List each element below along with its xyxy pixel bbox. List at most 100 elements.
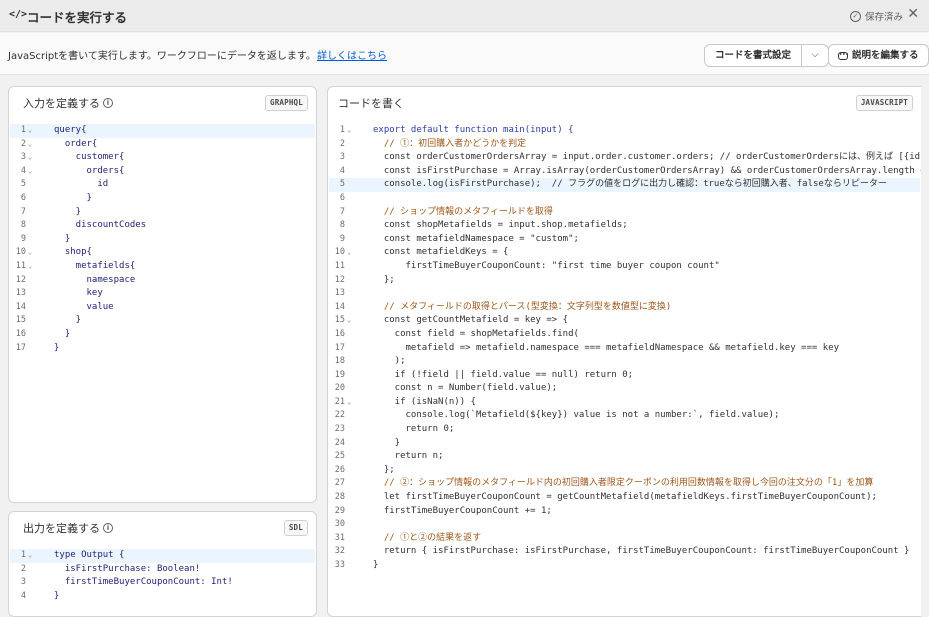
code-text: const orderCustomerOrdersArray = input.o… [373, 152, 921, 163]
code-line: 13 [329, 287, 920, 301]
code-text: // ②：ショップ情報のメタフィールド内の初回購入者限定クーポンの利用回数情報を… [373, 478, 874, 489]
code-text: return n; [373, 451, 444, 462]
sdl-editor[interactable]: 1 ⌄ type Output {2 isFirstPurchase: Boolea… [10, 549, 315, 603]
code-line: 6 } [10, 192, 315, 206]
line-number: 2 [20, 138, 26, 149]
info-icon[interactable]: i [103, 523, 113, 533]
fold-chevron-icon[interactable]: ⌄ [28, 260, 32, 274]
info-icon[interactable]: i [103, 98, 113, 108]
line-number: 11 [334, 260, 345, 271]
line-number: 8 [339, 220, 345, 231]
code-line: 2 isFirstPurchase: Boolean! [10, 563, 315, 577]
code-line: 10 ⌄ shop{ [10, 246, 315, 260]
code-line: 16 const field = shopMetafields.find( [329, 328, 920, 342]
line-number: 15 [15, 315, 26, 326]
code-text: // ①と②の結果を返す [373, 532, 482, 543]
code-text: id [54, 179, 109, 190]
line-number: 12 [15, 274, 26, 285]
code-text: if (isNaN(n)) { [373, 396, 476, 407]
code-line: 15 } [10, 314, 315, 328]
code-line: 24 } [329, 437, 920, 451]
save-status: ✓ 保存済み [849, 9, 903, 23]
line-number: 17 [334, 342, 345, 353]
description-text: JavaScriptを書いて実行します。ワークフローにデータを返します。 [8, 51, 316, 62]
fold-chevron-icon[interactable]: ⌄ [28, 246, 32, 260]
line-number: 17 [15, 342, 26, 353]
code-text: } [373, 560, 379, 570]
code-text: namespace [54, 274, 136, 285]
code-text: // メタフィールドの取得とパース(型変換：文字列型を数値型に変換) [373, 301, 672, 312]
code-line: 29 firstTimeBuyerCouponCount += 1; [329, 505, 920, 519]
code-text: const field = shopMetafields.find( [373, 328, 579, 339]
code-line: 31 // ①と②の結果を返す [329, 532, 920, 546]
code-line: 12 namespace [10, 274, 315, 288]
code-text: firstTimeBuyerCouponCount: "first time b… [373, 260, 720, 271]
line-number: 1 [20, 550, 26, 560]
code-text: let firstTimeBuyerCouponCount = getCount… [373, 492, 877, 503]
input-panel-title: 入力を定義する [23, 97, 100, 110]
line-number: 3 [339, 152, 345, 163]
code-text: if (!field || field.value == null) retur… [373, 369, 634, 380]
graphql-editor[interactable]: 1 ⌄ query{2 ⌄ order{3 ⌄ customer{4 ⌄ orders{5… [10, 124, 315, 355]
code-text: metafield => metafield.namespace === met… [373, 342, 840, 353]
code-line: 5 id [10, 178, 315, 192]
fold-chevron-icon[interactable]: ⌄ [28, 549, 32, 563]
line-number: 3 [20, 152, 26, 163]
line-number: 29 [334, 505, 345, 516]
line-number: 6 [20, 192, 26, 203]
code-line: 8 const shopMetafields = input.shop.meta… [329, 219, 920, 233]
code-line: 3 const orderCustomerOrdersArray = input… [329, 151, 921, 165]
code-line: 3 firstTimeBuyerCouponCount: Int! [10, 576, 315, 590]
code-line: 14 value [10, 301, 315, 315]
line-number: 11 [15, 260, 26, 271]
format-code-button[interactable]: コードを書式設定 [705, 45, 803, 66]
line-number: 20 [334, 383, 345, 394]
line-number: 14 [334, 301, 345, 312]
javascript-editor[interactable]: 1 ⌄ export default function main(input) { 2… [329, 124, 921, 573]
fold-chevron-icon[interactable]: ⌄ [347, 246, 351, 260]
fold-chevron-icon[interactable]: ⌄ [28, 165, 32, 179]
code-line: 22 console.log(`Metafield(${key}) value … [329, 409, 920, 423]
code-text: firstTimeBuyerCouponCount += 1; [373, 505, 552, 516]
code-line: 1 ⌄ export default function main(input) { [329, 124, 920, 138]
line-number: 33 [334, 560, 345, 570]
code-line: 11 firstTimeBuyerCouponCount: "first tim… [329, 260, 920, 274]
line-number: 13 [334, 288, 345, 299]
line-number: 6 [339, 192, 345, 203]
code-line: 12 }; [329, 274, 920, 288]
panel-title: 出力を定義する i [23, 520, 113, 536]
code-line: 4 const isFirstPurchase = Array.isArray(… [329, 165, 921, 179]
code-panel-title: コードを書く [338, 97, 404, 110]
line-number: 23 [334, 424, 345, 435]
line-number: 1 [339, 125, 345, 135]
code-line: 2 ⌄ order{ [10, 138, 315, 152]
chevron-down-icon[interactable]: ⌵ [802, 45, 828, 66]
fold-chevron-icon[interactable]: ⌄ [347, 124, 351, 138]
code-text: const isFirstPurchase = Array.isArray(or… [373, 165, 921, 176]
code-text: // ①：初回購入者かどうかを判定 [373, 138, 527, 149]
code-line: 6 [329, 192, 920, 206]
fold-chevron-icon[interactable]: ⌄ [347, 314, 351, 328]
fold-chevron-icon[interactable]: ⌄ [347, 396, 351, 410]
fold-chevron-icon[interactable]: ⌄ [28, 124, 32, 138]
line-number: 12 [334, 274, 345, 285]
fold-chevron-icon[interactable]: ⌄ [28, 138, 32, 152]
input-definition-panel: 入力を定義する i GRAPHQL 1 ⌄ query{2 ⌄ order{3 ⌄ cu… [8, 86, 317, 503]
fold-chevron-icon[interactable]: ⌄ [28, 151, 32, 165]
line-number: 16 [334, 328, 345, 339]
code-text: orders{ [54, 165, 125, 176]
code-line: 1 ⌄ query{ [10, 124, 315, 138]
edit-description-button[interactable]: ••• 説明を編集する [828, 44, 929, 67]
line-number: 3 [20, 577, 26, 588]
line-number: 2 [20, 563, 26, 574]
line-number: 30 [334, 519, 345, 530]
close-icon[interactable]: ✕ [907, 6, 919, 22]
code-line: 1 ⌄ type Output { [10, 549, 315, 563]
edit-description-label: 説明を編集する [852, 50, 919, 61]
code-line: 26 }; [329, 464, 920, 478]
code-panel: コードを書く JAVASCRIPT 1 ⌄ export default funct… [327, 86, 921, 617]
learn-more-link[interactable]: 詳しくはこちら [317, 47, 387, 62]
code-text: value [54, 301, 114, 312]
panel-header: コードを書く JAVASCRIPT [328, 87, 921, 117]
line-number: 9 [20, 233, 26, 244]
